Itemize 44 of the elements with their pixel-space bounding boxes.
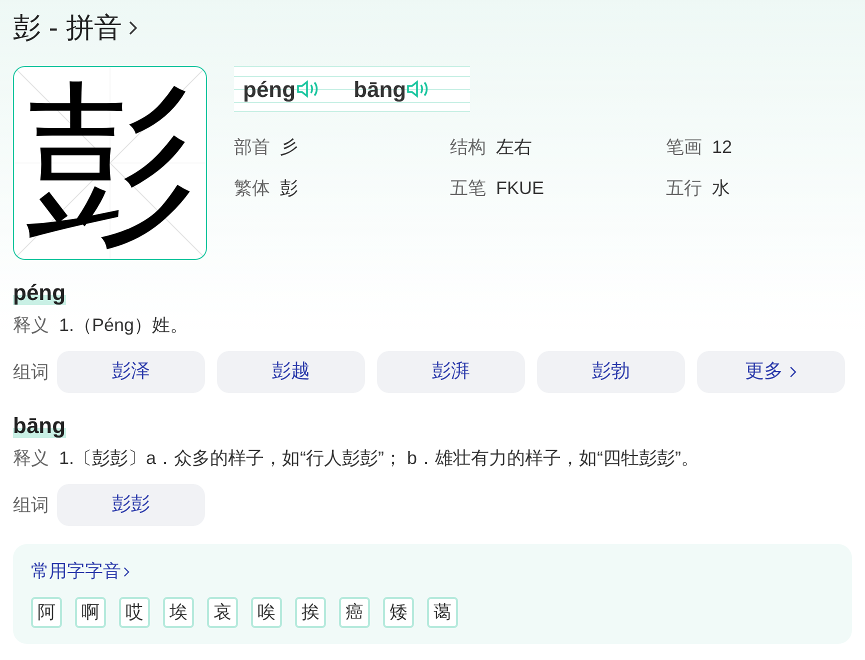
info-label: 繁体 — [234, 177, 270, 200]
word-button[interactable]: 彭泽 — [57, 351, 205, 393]
words-label: 组词 — [13, 494, 49, 516]
char-tile[interactable]: 癌 — [339, 597, 370, 628]
info-value: 水 — [712, 177, 730, 200]
char-tile[interactable]: 挨 — [295, 597, 326, 628]
char-tile[interactable]: 哀 — [207, 597, 238, 628]
speaker-icon[interactable] — [406, 79, 430, 99]
char-tile[interactable]: 哎 — [119, 597, 150, 628]
char-tile[interactable]: 唉 — [251, 597, 282, 628]
char-tile[interactable]: 矮 — [383, 597, 414, 628]
page-title: 彭 - 拼音 — [13, 11, 122, 45]
info-value: 左右 — [496, 136, 532, 159]
info-value: 彡 — [280, 136, 298, 159]
common-chars-link[interactable]: 常用字字音 — [31, 558, 121, 585]
info-label: 笔画 — [666, 136, 702, 159]
meaning-text: 1.（Péng）姓。 — [59, 314, 188, 337]
words-label: 组词 — [13, 360, 49, 384]
info-value: FKUE — [496, 177, 544, 200]
meaning-label: 释义 — [13, 447, 49, 470]
word-button[interactable]: 彭彭 — [57, 484, 205, 526]
meaning-text: 1.〔彭彭〕a．众多的样子，如“行人彭彭”； b．雄壮有力的样子，如“四牡彭彭”。 — [59, 447, 700, 470]
char-tile[interactable]: 阿 — [31, 597, 62, 628]
word-button[interactable]: 彭勃 — [537, 351, 685, 393]
more-button[interactable]: 更多 — [697, 351, 845, 393]
info-label: 结构 — [450, 136, 486, 159]
char-tile[interactable]: 啊 — [75, 597, 106, 628]
pinyin-text: péng — [243, 76, 296, 104]
chevron-right-icon — [123, 564, 130, 578]
chevron-right-icon — [128, 20, 138, 36]
info-value: 12 — [712, 136, 732, 159]
speaker-icon[interactable] — [296, 79, 320, 99]
word-button[interactable]: 彭越 — [217, 351, 365, 393]
info-label: 部首 — [234, 136, 270, 159]
info-value: 彭 — [280, 177, 298, 200]
word-button[interactable]: 彭湃 — [377, 351, 525, 393]
info-label: 五行 — [666, 177, 702, 200]
pinyin-text: bāng — [354, 76, 406, 104]
chevron-right-icon — [789, 365, 797, 379]
info-label: 五笔 — [450, 177, 486, 200]
meaning-label: 释义 — [13, 314, 49, 337]
large-character: 彭 — [25, 78, 195, 248]
char-tile[interactable]: 蔼 — [427, 597, 458, 628]
char-tile[interactable]: 埃 — [163, 597, 194, 628]
